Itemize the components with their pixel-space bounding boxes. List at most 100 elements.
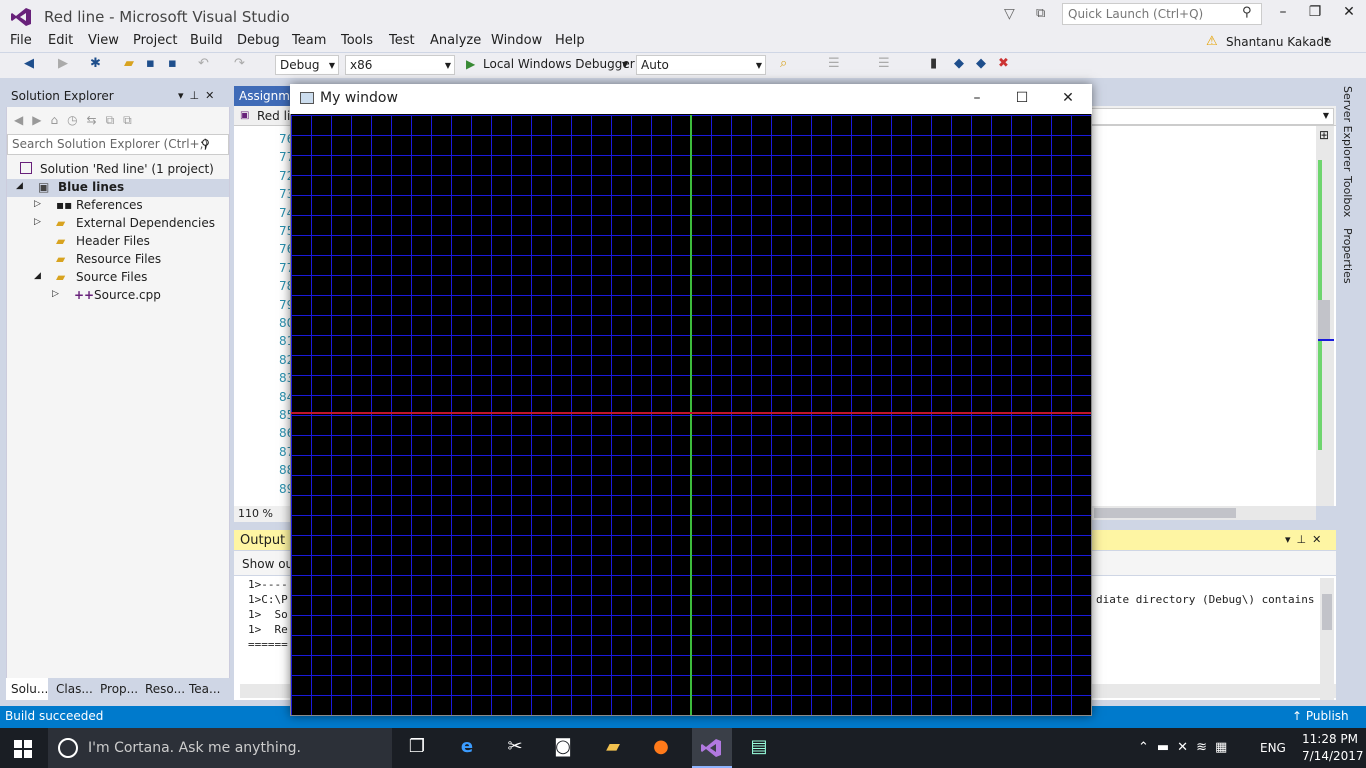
expand-icon[interactable]: ◢ [16,181,23,191]
minimize-button[interactable]: – [1268,4,1298,24]
language-indicator[interactable]: ENG [1260,741,1286,755]
scrollbar-thumb[interactable] [1322,594,1332,630]
filter-icon[interactable]: ▽ [1004,6,1020,22]
tab-resource[interactable]: Reso... [145,682,185,696]
project-icon: ▣ [38,180,50,194]
save-all-icon[interactable]: ▪ [168,56,177,71]
indent-icon[interactable]: ☰ [828,56,840,71]
user-name[interactable]: Shantanu Kakade [1226,35,1331,49]
menu-test[interactable]: Test [389,33,415,48]
windows-start-icon[interactable] [14,740,32,758]
quick-launch-input[interactable]: Quick Launch (Ctrl+Q) [1062,3,1262,25]
menu-help[interactable]: Help [555,33,585,48]
forward-icon[interactable]: ▶ [58,56,68,71]
scrollbar-thumb[interactable] [1318,300,1330,340]
caret-marker [1318,339,1334,341]
collapse-icon[interactable]: ▷ [52,289,59,299]
tree-header-files[interactable]: Header Files [76,234,150,248]
zoom-level[interactable]: 110 % [234,506,294,522]
tree-project[interactable]: Blue lines [58,180,124,194]
maximize-button[interactable]: ❐ [1300,4,1330,24]
nav-member-select[interactable]: ▼ [1090,108,1334,125]
firefox-icon[interactable]: ● [646,736,676,757]
open-folder-icon[interactable]: ▰ [124,56,134,71]
chevron-down-icon[interactable]: ▼ [622,60,628,69]
bookmark-icon[interactable]: ▮ [930,56,937,71]
tree-external-deps[interactable]: External Dependencies [76,216,215,230]
tree-source-files[interactable]: Source Files [76,270,147,284]
menu-debug[interactable]: Debug [237,33,280,48]
clock-time[interactable]: 11:28 PM [1302,732,1358,746]
my-window-maximize-button[interactable]: ☐ [1012,90,1032,106]
cpp-file-icon: ++ [74,288,95,302]
split-icon[interactable]: ⊞ [1319,128,1329,142]
new-project-icon[interactable]: ✱ [90,56,101,71]
back-icon[interactable]: ◀ [24,56,34,71]
search-icon[interactable]: ⚲ [1242,5,1252,20]
redo-icon[interactable]: ↷ [234,56,245,71]
tree-resource-files[interactable]: Resource Files [76,252,161,266]
solexp-toolbar-icons[interactable]: ◀▶⌂◷⇆⧉⧉ [14,113,141,128]
comment-icon[interactable]: ☰ [878,56,890,71]
folder-icon: ▰ [56,216,66,230]
publish-button[interactable]: ↑ Publish [1292,709,1349,723]
file-explorer-icon[interactable]: ▰ [598,736,628,757]
menu-project[interactable]: Project [133,33,177,48]
app-window-icon [300,92,314,104]
visual-studio-task-icon[interactable] [700,738,722,758]
tree-solution[interactable]: Solution 'Red line' (1 project) [40,162,214,176]
my-window-close-button[interactable]: ✕ [1058,90,1078,106]
system-tray-icons[interactable]: ⌃▬✕≋▦ [1138,740,1235,755]
my-window-minimize-button[interactable]: – [967,90,987,106]
snipping-tool-icon[interactable]: ✂ [500,736,530,757]
mode-select[interactable]: Auto ▼ [636,55,766,75]
prev-bookmark-icon[interactable]: ◆ [954,56,964,71]
menu-team[interactable]: Team [292,33,326,48]
panel-controls[interactable]: ▾⊥✕ [1285,533,1327,546]
menu-build[interactable]: Build [190,33,223,48]
tab-properties[interactable]: Prop... [100,682,138,696]
output-line: ====== [248,638,288,651]
tab-class[interactable]: Clas... [56,682,93,696]
tab-team[interactable]: Tea... [189,682,220,696]
expand-icon[interactable]: ◢ [34,271,41,281]
side-tab-toolbox[interactable]: Toolbox [1341,176,1354,217]
editor-tab[interactable]: Assignme [234,86,294,106]
scrollbar-thumb[interactable] [1094,508,1236,518]
folder-icon: ▰ [56,252,66,266]
panel-controls[interactable]: ▾⊥✕ [178,89,220,102]
task-view-icon[interactable]: ❐ [402,736,432,757]
tab-solution[interactable]: Solu... [11,682,48,696]
tree-source-cpp[interactable]: Source.cpp [94,288,161,302]
menu-view[interactable]: View [88,33,119,48]
notifications-icon[interactable]: ⧉ [1036,6,1054,22]
menu-edit[interactable]: Edit [48,33,73,48]
camera-icon[interactable]: ◙ [548,736,578,757]
side-tab-server-explorer[interactable]: Server Explorer [1341,86,1354,171]
play-icon[interactable]: ▶ [466,57,475,71]
app-window-task-icon[interactable]: ▤ [744,736,774,757]
clear-bookmarks-icon[interactable]: ✖ [998,56,1009,71]
find-icon[interactable]: ⌕ [780,56,787,71]
up-arrow-icon: ↑ [1292,709,1306,723]
solution-explorer-search-input[interactable]: Search Solution Explorer (Ctrl+;) [7,134,229,155]
next-bookmark-icon[interactable]: ◆ [976,56,986,71]
search-icon[interactable]: ⚲ [201,137,210,151]
menu-window[interactable]: Window [491,33,542,48]
menu-file[interactable]: File [10,33,32,48]
start-debugger-button[interactable]: Local Windows Debugger [483,57,635,71]
clock-date[interactable]: 7/14/2017 [1302,749,1364,763]
chevron-down-icon[interactable]: ▾ [1324,35,1329,46]
config-select[interactable]: Debug ▼ [275,55,339,75]
collapse-icon[interactable]: ▷ [34,199,41,209]
close-button[interactable]: ✕ [1334,4,1364,24]
menu-tools[interactable]: Tools [341,33,373,48]
save-icon[interactable]: ▪ [146,56,155,71]
side-tab-properties[interactable]: Properties [1341,228,1354,284]
tree-references[interactable]: References [76,198,143,212]
menu-analyze[interactable]: Analyze [430,33,481,48]
undo-icon[interactable]: ↶ [198,56,209,71]
edge-icon[interactable]: e [452,736,482,757]
platform-select[interactable]: x86 ▼ [345,55,455,75]
collapse-icon[interactable]: ▷ [34,217,41,227]
